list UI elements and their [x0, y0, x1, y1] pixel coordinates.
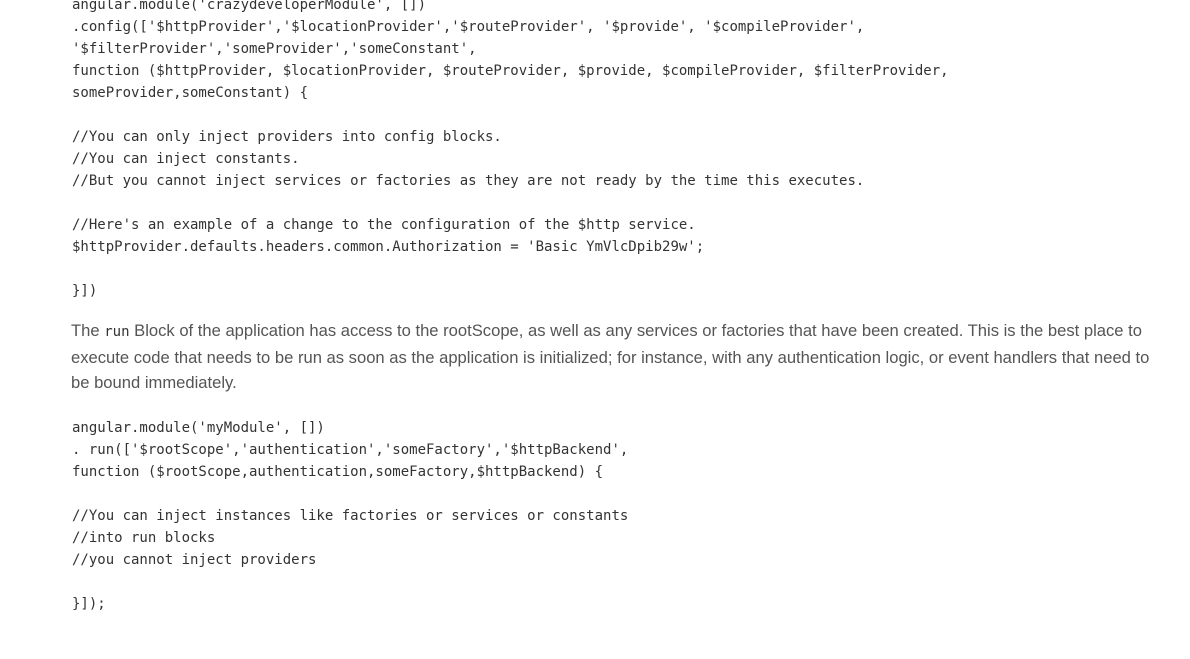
config-code-block: angular.module('crazydeveloperModule', […: [72, 0, 949, 302]
inline-code-run: run: [104, 324, 130, 340]
code-line: }]): [72, 283, 98, 299]
run-code-block: angular.module('myModule', []) . run(['$r…: [72, 417, 628, 615]
code-line: //You can only inject providers into con…: [72, 129, 502, 145]
code-line: function ($httpProvider, $locationProvid…: [72, 63, 949, 79]
code-line: angular.module('crazydeveloperModule', […: [72, 0, 427, 13]
code-line: '$filterProvider','someProvider','someCo…: [72, 41, 477, 57]
code-line: function ($rootScope,authentication,some…: [72, 464, 604, 480]
code-line: .config(['$httpProvider','$locationProvi…: [72, 19, 865, 35]
paragraph-prefix: The: [71, 321, 105, 340]
code-line: //You can inject instances like factorie…: [72, 508, 629, 524]
code-line: }]);: [72, 596, 106, 612]
code-line: //You can inject constants.: [72, 151, 300, 167]
code-line: angular.module('myModule', []): [72, 420, 325, 436]
code-line: //But you cannot inject services or fact…: [72, 173, 865, 189]
code-line: someProvider,someConstant) {: [72, 85, 309, 101]
article-page: angular.module('crazydeveloperModule', […: [0, 0, 1190, 659]
paragraph-body: Block of the application has access to t…: [71, 321, 1150, 392]
code-line: //you cannot inject providers: [72, 552, 317, 568]
run-block-paragraph: The run Block of the application has acc…: [71, 318, 1161, 395]
code-line: $httpProvider.defaults.headers.common.Au…: [72, 239, 705, 255]
code-line: . run(['$rootScope','authentication','so…: [72, 442, 629, 458]
code-line: //into run blocks: [72, 530, 216, 546]
code-line: //Here's an example of a change to the c…: [72, 217, 696, 233]
